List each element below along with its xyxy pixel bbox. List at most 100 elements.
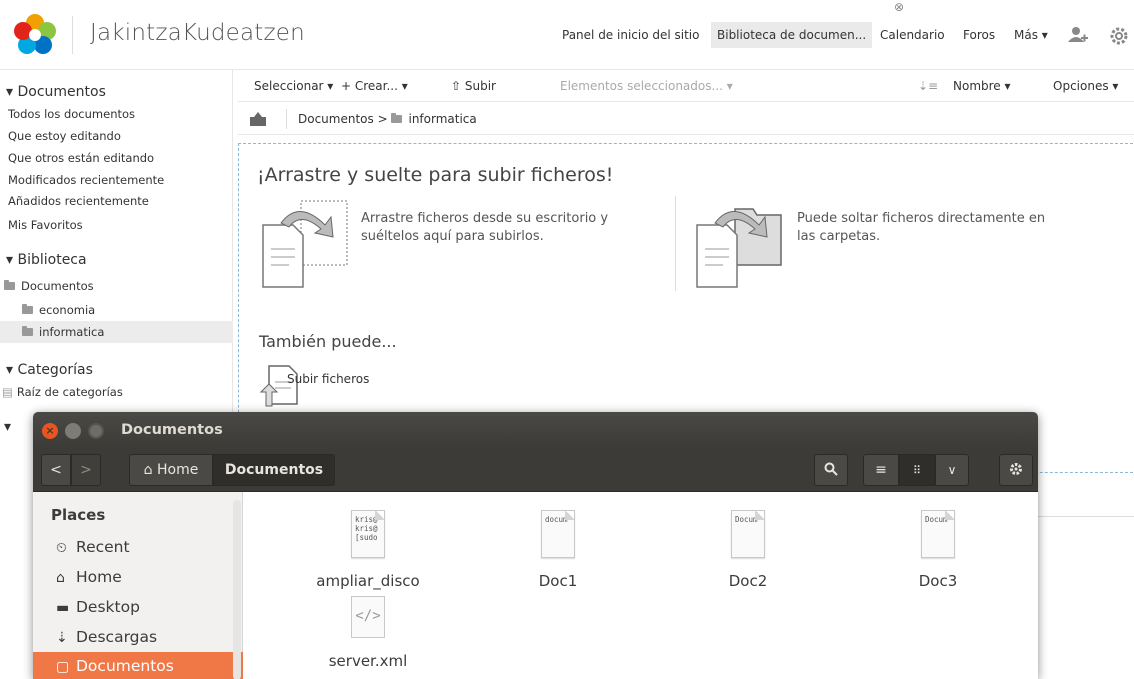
window-title: Documentos: [121, 422, 223, 438]
dropzone-folder-text: Puede soltar ficheros directamente en la…: [797, 211, 1046, 244]
place-recent[interactable]: ⏲ Recent: [33, 533, 243, 561]
nav-forums[interactable]: Foros: [963, 28, 995, 42]
file-manager-window: × Documentos < > ⌂ Home Documentos ≡ ⠿ ∨…: [33, 412, 1038, 679]
place-documentos[interactable]: ▢ Documentos: [33, 652, 243, 679]
dropzone-desktop-text: Arrastre ficheros desde su escritorio y …: [361, 211, 609, 244]
filter-editing-me[interactable]: Que estoy editando: [8, 129, 121, 143]
filter-favorites[interactable]: Mis Favoritos: [8, 218, 83, 232]
places-scrollbar[interactable]: [233, 500, 241, 679]
add-user-icon[interactable]: [1068, 26, 1088, 44]
category-root[interactable]: ▤ Raíz de categorías: [2, 385, 123, 399]
settings-button[interactable]: [999, 454, 1033, 486]
nav-calendar[interactable]: Calendario: [880, 28, 945, 42]
chevron-left-icon: <: [50, 462, 62, 478]
alfresco-logo-icon[interactable]: [12, 12, 58, 58]
list-view-button[interactable]: ≡: [863, 454, 899, 486]
nav-document-library[interactable]: Biblioteca de documen...: [711, 22, 873, 48]
divider: [72, 16, 73, 54]
nav-site-dashboard[interactable]: Panel de inicio del sitio: [562, 28, 699, 42]
file-grid: kris@ kris@ [sudo ampliar_disco docum Do…: [244, 492, 1038, 679]
site-header: JakintzaKudeatzen ⊗ Panel de inicio del …: [0, 0, 1134, 70]
breadcrumb-separator: >: [377, 112, 388, 126]
window-minimize-button[interactable]: [65, 423, 81, 439]
sort-direction-icon[interactable]: ⇣≡: [918, 79, 938, 93]
desktop-folder-icon: ▬: [56, 600, 70, 616]
window-titlebar[interactable]: × Documentos: [33, 412, 1038, 448]
window-close-button[interactable]: ×: [42, 423, 58, 439]
drag-from-desktop-icon: [262, 200, 348, 288]
folder-icon: [391, 113, 403, 123]
divider: [1036, 516, 1134, 517]
file-item[interactable]: kris@ kris@ [sudo ampliar_disco: [298, 502, 438, 592]
window-maximize-button[interactable]: [88, 423, 104, 439]
doclib-toolbar: Seleccionar ▾ + Crear... ▾ ⇧ Subir Eleme…: [238, 70, 1134, 102]
file-item[interactable]: </> server.xml: [298, 588, 438, 678]
filter-all-documents[interactable]: Todos los documentos: [8, 107, 135, 121]
dropzone-title: ¡Arrastre y suelte para subir ficheros!: [257, 164, 614, 186]
documents-filter-header[interactable]: ▾ Documentos: [6, 84, 106, 100]
download-icon: ⇣: [56, 630, 68, 646]
breadcrumb-root[interactable]: Documentos: [298, 112, 374, 126]
text-file-icon: kris@ kris@ [sudo: [351, 510, 385, 558]
file-name: Doc3: [918, 572, 958, 590]
grid-icon: ⠿: [912, 464, 922, 477]
upload-files-link[interactable]: Subir ficheros: [287, 372, 369, 386]
file-name: Doc1: [538, 572, 578, 590]
text-file-icon: Docum: [921, 510, 955, 558]
select-menu[interactable]: Seleccionar ▾: [254, 79, 333, 93]
filter-editing-others[interactable]: Que otros están editando: [8, 151, 154, 165]
close-icon[interactable]: ⊗: [894, 0, 904, 14]
search-icon: [824, 462, 838, 476]
library-header[interactable]: ▾ Biblioteca: [6, 252, 87, 268]
folder-icon: [4, 280, 15, 290]
path-home-button[interactable]: ⌂ Home: [129, 454, 213, 486]
selected-items-menu[interactable]: Elementos seleccionados... ▾: [560, 79, 733, 93]
folder-icon: [22, 304, 33, 314]
breadcrumb-path: Documentos > informatica: [298, 112, 477, 126]
gear-icon[interactable]: [1108, 25, 1130, 47]
file-item[interactable]: docum Doc1: [488, 502, 628, 592]
categories-header[interactable]: ▾ Categorías: [6, 362, 93, 378]
file-item[interactable]: Docum Doc2: [678, 502, 818, 592]
home-icon: ⌂: [143, 462, 157, 478]
file-manager-headerbar: < > ⌂ Home Documentos ≡ ⠿ ∨: [33, 448, 1038, 492]
breadcrumb-current: informatica: [408, 112, 477, 126]
file-item[interactable]: Docum Doc3: [868, 502, 1008, 592]
filter-recently-modified[interactable]: Modificados recientemente: [8, 173, 164, 187]
forward-button[interactable]: >: [71, 454, 101, 486]
tree-item-documentos[interactable]: Documentos: [4, 279, 94, 293]
collapsed-section-marker[interactable]: ▾: [4, 419, 11, 435]
also-can-heading: También puede...: [259, 332, 397, 351]
drop-on-folder-icon: [696, 208, 782, 288]
place-desktop[interactable]: ▬ Desktop: [33, 593, 243, 621]
upload-button[interactable]: ⇧ Subir: [451, 79, 496, 93]
file-name: server.xml: [328, 652, 408, 670]
site-title[interactable]: JakintzaKudeatzen: [90, 20, 305, 46]
divider: [675, 196, 676, 291]
document-icon: ▢: [56, 659, 70, 675]
text-file-icon: docum: [541, 510, 575, 558]
home-icon: ⌂: [56, 570, 65, 586]
nav-more-menu[interactable]: Más ▾: [1014, 28, 1048, 42]
back-button[interactable]: <: [41, 454, 71, 486]
places-sidebar: Places ⏲ Recent ⌂ Home ▬ Desktop ⇣ Descargas…: [33, 492, 243, 679]
filter-recently-added[interactable]: Añadidos recientemente: [8, 194, 149, 208]
tree-item-economia[interactable]: economia: [22, 303, 95, 317]
category-icon: ▤: [2, 385, 13, 399]
place-home[interactable]: ⌂ Home: [33, 563, 243, 591]
text-file-icon: Docum: [731, 510, 765, 558]
tree-item-informatica[interactable]: informatica: [22, 325, 104, 339]
breadcrumb: Documentos > informatica: [238, 103, 1134, 135]
options-menu[interactable]: Opciones ▾: [1053, 79, 1118, 93]
search-button[interactable]: [814, 454, 848, 486]
path-current-button[interactable]: Documentos: [213, 454, 335, 486]
chevron-right-icon: >: [80, 462, 92, 478]
create-menu[interactable]: + Crear... ▾: [341, 79, 408, 93]
grid-view-button[interactable]: ⠿: [899, 454, 935, 486]
place-descargas[interactable]: ⇣ Descargas: [33, 623, 243, 651]
parent-folder-icon[interactable]: [250, 112, 266, 126]
view-options-button[interactable]: ∨: [935, 454, 969, 486]
divider: [286, 109, 287, 129]
sort-by-name-menu[interactable]: Nombre ▾: [953, 79, 1011, 93]
places-title: Places: [51, 506, 106, 524]
